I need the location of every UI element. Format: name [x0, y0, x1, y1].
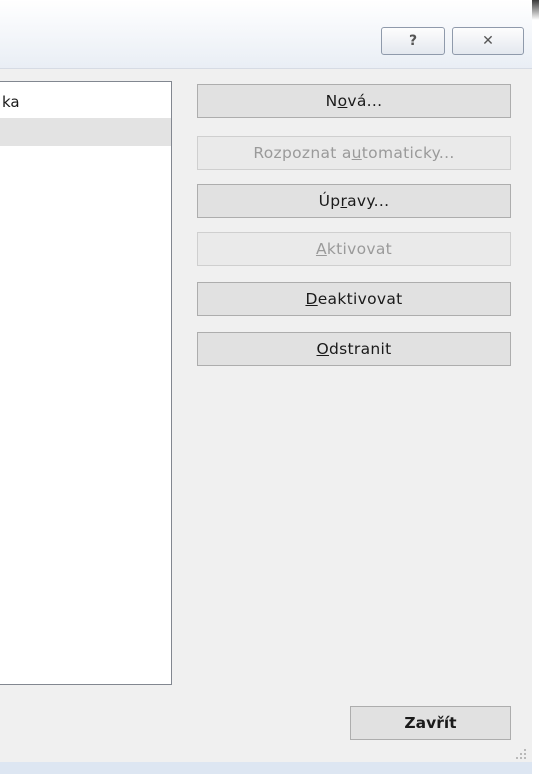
remove-button[interactable]: Odstranit — [197, 332, 511, 366]
new-button-accel: o — [337, 92, 348, 110]
activate-button[interactable]: Aktivovat — [197, 232, 511, 266]
remove-label-post: dstranit — [329, 340, 392, 358]
close-window-button[interactable]: ✕ — [452, 27, 524, 55]
list-item[interactable]: ka — [0, 88, 171, 116]
deactivate-accel: D — [305, 290, 318, 308]
edit-button[interactable]: Úpravy... — [197, 184, 511, 218]
remove-accel: O — [316, 340, 330, 358]
close-button[interactable]: Zavřít — [350, 706, 511, 740]
window-right-edge — [532, 0, 539, 774]
edit-button-label-post: avy... — [347, 192, 390, 210]
close-icon: ✕ — [482, 33, 494, 49]
title-bar: ? ✕ — [0, 0, 532, 69]
auto-detect-button[interactable]: Rozpoznat automaticky... — [197, 136, 511, 170]
activate-accel: A — [315, 240, 327, 258]
window-bottom-border — [0, 762, 532, 774]
new-button[interactable]: Nová... — [197, 84, 511, 118]
dialog-window: ? ✕ ka Nová... Rozpoznat automaticky... … — [0, 0, 532, 774]
window-shadow — [532, 0, 539, 20]
auto-detect-label-post: tomaticky... — [361, 144, 455, 162]
deactivate-label-post: eaktivovat — [317, 290, 403, 308]
auto-detect-accel: u — [351, 144, 362, 162]
help-button[interactable]: ? — [381, 27, 445, 55]
auto-detect-label-pre: Rozpoznat a — [253, 144, 352, 162]
help-icon: ? — [408, 33, 418, 49]
deactivate-button[interactable]: Deaktivovat — [197, 282, 511, 316]
activate-label-post: ktivovat — [326, 240, 393, 258]
new-button-label-pre: N — [325, 92, 338, 110]
resize-grip-icon[interactable] — [512, 745, 528, 761]
list-item-selected[interactable] — [0, 118, 171, 146]
new-button-label-post: vá... — [347, 92, 383, 110]
device-list[interactable]: ka — [0, 81, 172, 685]
edit-button-label-pre: Úp — [318, 192, 341, 210]
